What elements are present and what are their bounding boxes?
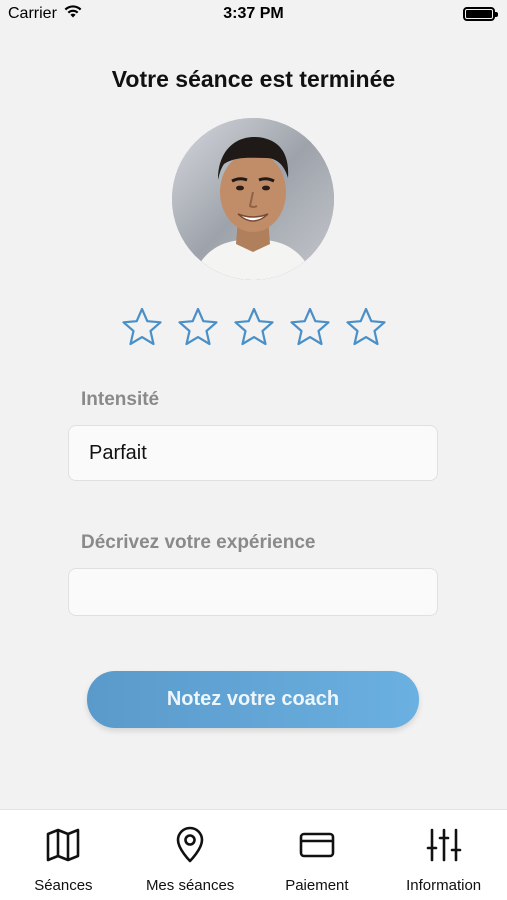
carrier-label: Carrier [8,5,57,22]
tab-label: Paiement [285,877,349,894]
star-icon[interactable] [233,306,275,348]
wifi-icon [63,4,83,24]
experience-input[interactable] [68,568,438,616]
tab-label: Information [406,877,482,894]
status-left: Carrier [8,4,83,24]
intensity-field[interactable] [68,425,438,481]
tab-label: Mes séances [145,877,235,894]
star-icon[interactable] [177,306,219,348]
star-icon[interactable] [121,306,163,348]
star-icon[interactable] [345,306,387,348]
tab-seances[interactable]: Séances [0,810,127,900]
experience-label: Décrivez votre expérience [81,532,316,553]
page-title: Votre séance est terminée [111,66,396,92]
location-pin-icon [171,826,209,869]
status-bar: Carrier 3:37 PM [0,0,507,28]
sliders-icon [425,826,463,869]
tab-bar: Séances Mes séances Paiement Information [0,809,507,900]
credit-card-icon [298,826,336,869]
rate-coach-button[interactable]: Notez votre coach [87,671,419,728]
battery-icon [463,7,498,21]
intensity-label: Intensité [81,389,160,410]
tab-information[interactable]: Information [380,810,507,900]
coach-avatar [172,118,334,280]
map-icon [44,826,82,869]
battery-level [466,10,492,18]
star-rating [0,306,507,348]
tab-mes-seances[interactable]: Mes séances [127,810,254,900]
star-icon[interactable] [289,306,331,348]
tab-paiement[interactable]: Paiement [254,810,381,900]
tab-label: Séances [34,877,93,894]
